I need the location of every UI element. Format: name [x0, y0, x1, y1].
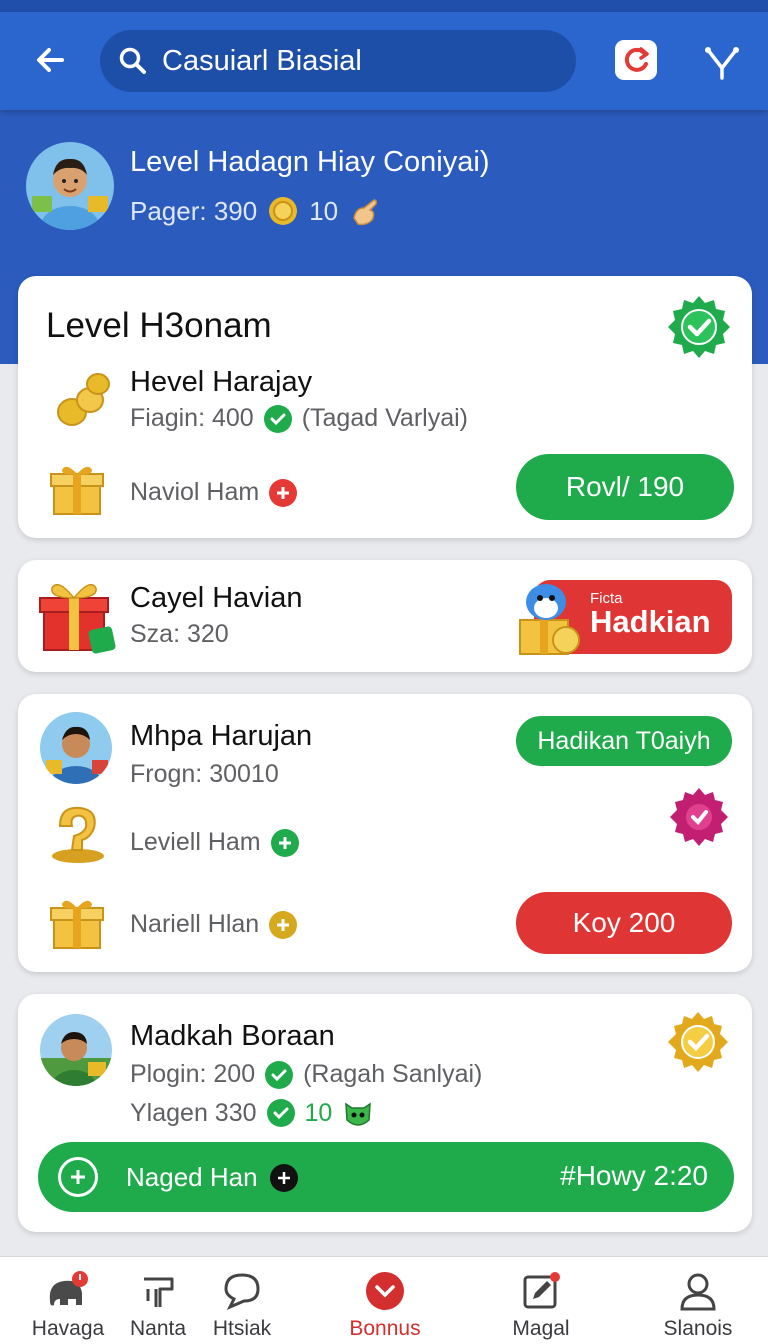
- user-avatar[interactable]: [40, 1014, 112, 1086]
- progress-bar-button[interactable]: Naged Han #Howy 2:20: [38, 1142, 734, 1212]
- plus-icon: [269, 1163, 298, 1192]
- profile-avatar[interactable]: [26, 142, 114, 230]
- verified-gear-icon: [668, 296, 730, 358]
- mascot-gift-icon: [519, 584, 580, 655]
- check-icon: [265, 1060, 294, 1089]
- plus-circle-icon: [58, 1157, 98, 1197]
- nav-item-nanta[interactable]: Nanta: [112, 1257, 204, 1344]
- search-bar[interactable]: [100, 30, 576, 92]
- progress-label: Ylagen 330: [130, 1098, 257, 1127]
- level-card-4: Madkah Boraan Plogin: 200 (Ragah Sanlyai…: [18, 994, 752, 1232]
- elephant-icon: [49, 1271, 88, 1306]
- sign-icon: [144, 1277, 174, 1307]
- reward-row: Naviol Ham: [130, 478, 298, 507]
- hand-icon: [353, 199, 378, 226]
- progress-label: Fiagin: 400: [130, 404, 254, 432]
- reward-label: Naviol Ham: [130, 478, 260, 506]
- claim-button[interactable]: Rovl/ 190: [516, 454, 734, 520]
- bonus-icon: [366, 1272, 404, 1310]
- nav-label: Slanois: [663, 1317, 733, 1340]
- card-title: Cayel Havian: [130, 582, 303, 614]
- pager-label: Pager: 390: [130, 195, 258, 226]
- coin-count: 10: [309, 195, 339, 226]
- profile-title: Level Hadagn Hiay Coniyai): [130, 146, 490, 178]
- gift-icon: [50, 900, 104, 949]
- progress-row-1: Plogin: 200 (Ragah Sanlyai): [130, 1060, 482, 1089]
- level-card-3: Mhpa Harujan Frogn: 30010 Hadikan T0aiyh…: [18, 694, 752, 972]
- status-bar: [0, 0, 768, 12]
- refresh-badge-button[interactable]: [615, 40, 657, 80]
- tag-button[interactable]: Hadikan T0aiyh: [516, 716, 732, 766]
- profile-icon: [680, 1273, 716, 1311]
- reward-label: Leviell Ham: [130, 828, 261, 856]
- gold-trophy-icon: [52, 806, 104, 863]
- progress-note: (Tagad Varlyai): [301, 404, 468, 432]
- card-title: Mhpa Harujan: [130, 720, 313, 752]
- card-title: Madkah Boraan: [130, 1020, 335, 1052]
- nav-item-magal[interactable]: Magal: [492, 1257, 590, 1344]
- plus-icon[interactable]: [270, 828, 299, 857]
- progress-note: (Ragah Sanlyai): [303, 1060, 483, 1088]
- level-card-2: Cayel Havian Sza: 320 Ficta Hadkian: [18, 560, 752, 672]
- level-card-1: Level H3onam Hevel Harajay Fiagin: 400 (…: [18, 276, 752, 538]
- back-arrow-icon[interactable]: [32, 42, 68, 78]
- promo-label: Hadkian: [590, 604, 711, 639]
- progress-row-2: Ylagen 330 10: [130, 1098, 374, 1128]
- refresh-icon: [624, 47, 649, 72]
- card-subtitle: Frogn: 30010: [130, 760, 279, 788]
- bar-left: Naged Han: [126, 1162, 298, 1193]
- filter-icon[interactable]: [702, 42, 742, 82]
- claim-button[interactable]: Koy 200: [516, 892, 732, 954]
- edit-icon: [523, 1272, 560, 1309]
- gold-gear-icon: [668, 1012, 728, 1072]
- gift-box-icon: [39, 583, 116, 654]
- card-subtitle: Sza: 320: [130, 620, 229, 648]
- card-subtitle: Fiagin: 400 (Tagad Varlyai): [130, 404, 468, 433]
- search-input[interactable]: [162, 44, 562, 78]
- nav-label: Magal: [512, 1317, 570, 1340]
- pink-gear-icon: [670, 788, 728, 846]
- user-avatar[interactable]: [40, 712, 112, 784]
- nav-label: Nanta: [129, 1317, 187, 1340]
- bar-label: Naged Han: [126, 1162, 258, 1192]
- card-title: Hevel Harajay: [130, 366, 313, 398]
- plus-icon[interactable]: [269, 478, 298, 507]
- reward-row-2: Nariell Hlan: [130, 910, 298, 939]
- progress-value: 10: [304, 1098, 333, 1127]
- progress-label: Plogin: 200: [130, 1060, 256, 1088]
- reward-label: Nariell Hlan: [130, 910, 260, 938]
- nav-item-slanois[interactable]: Slanois: [648, 1257, 748, 1344]
- bar-value: #Howy 2:20: [560, 1160, 708, 1191]
- check-icon: [266, 1099, 295, 1127]
- nav-item-bonnus[interactable]: Bonnus: [336, 1257, 434, 1344]
- monster-icon: [345, 1102, 372, 1126]
- plus-icon[interactable]: [269, 910, 298, 939]
- nav-item-havaga[interactable]: Havaga: [16, 1257, 120, 1344]
- check-icon: [263, 404, 292, 433]
- chat-icon: [224, 1273, 260, 1310]
- app-bar: [0, 12, 768, 110]
- gift-icon: [50, 466, 104, 515]
- search-icon: [119, 47, 146, 74]
- bottom-navigation: Havaga Nanta Htsiak Bonnus Magal Slanois: [0, 1256, 768, 1344]
- nav-label: Bonnus: [349, 1317, 421, 1340]
- nav-label: Havaga: [31, 1317, 105, 1340]
- profile-stats: Pager: 390 10: [130, 194, 382, 228]
- nav-item-htsiak[interactable]: Htsiak: [196, 1257, 288, 1344]
- gold-coin-icon: [269, 197, 298, 225]
- reward-row-1: Leviell Ham: [130, 828, 299, 857]
- nav-label: Htsiak: [212, 1317, 272, 1340]
- card-heading: Level H3onam: [46, 306, 272, 345]
- coins-icon: [57, 373, 110, 426]
